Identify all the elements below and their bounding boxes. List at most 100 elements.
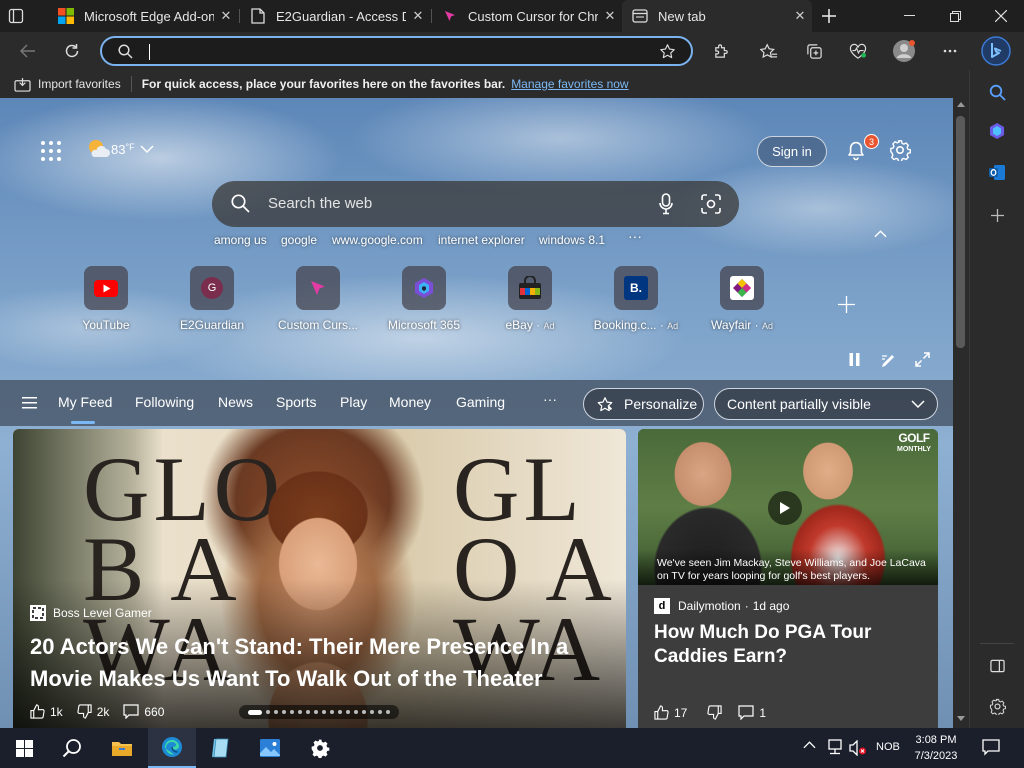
like-icon[interactable] (654, 705, 669, 720)
quick-link-youtube[interactable] (84, 266, 128, 310)
photos-icon[interactable] (246, 728, 294, 768)
tab-new-tab[interactable]: New tab ✕ (622, 0, 812, 32)
sign-in-button[interactable]: Sign in (757, 136, 827, 167)
carousel-indicator[interactable] (239, 705, 399, 719)
close-tab-icon[interactable]: ✕ (406, 8, 430, 24)
profile-avatar[interactable] (886, 32, 922, 70)
quick-link-e2guardian[interactable]: G (190, 266, 234, 310)
page-settings-icon[interactable] (889, 139, 911, 161)
personalize-button[interactable]: Personalize (583, 388, 704, 420)
search-suggestion[interactable]: google (281, 233, 317, 247)
close-tab-icon[interactable]: ✕ (214, 8, 238, 24)
customize-background-icon[interactable] (881, 352, 897, 368)
sidebar-search-icon[interactable] (983, 78, 1011, 106)
visual-search-icon[interactable] (701, 194, 721, 214)
sidebar-add-icon[interactable] (983, 201, 1011, 229)
content-visibility-dropdown[interactable]: Content partially visible (714, 388, 938, 420)
pause-background-icon[interactable] (848, 353, 861, 366)
comment-icon[interactable] (123, 704, 139, 719)
tab-play[interactable]: Play (340, 394, 367, 410)
tab-my-feed[interactable]: My Feed (58, 394, 112, 410)
tab-sports[interactable]: Sports (276, 394, 316, 410)
close-tab-icon[interactable]: ✕ (598, 8, 622, 24)
back-icon[interactable] (10, 32, 46, 70)
quick-link-wayfair[interactable] (720, 266, 764, 310)
volume-muted-icon[interactable] (849, 740, 867, 756)
manage-favorites-link[interactable]: Manage favorites now (511, 77, 628, 91)
page-scrollbar[interactable] (953, 98, 969, 728)
browser-essentials-icon[interactable] (840, 32, 876, 70)
tab-following[interactable]: Following (135, 394, 194, 410)
network-icon[interactable] (826, 739, 844, 755)
more-options-icon[interactable] (932, 32, 968, 70)
new-tab-plus-icon[interactable] (818, 6, 840, 26)
quick-link-booking[interactable]: B. (614, 266, 658, 310)
quick-link-microsoft-365[interactable] (402, 266, 446, 310)
close-window-icon[interactable] (978, 0, 1024, 32)
tab-custom-cursor[interactable]: Custom Cursor for Chrome ✕ (432, 0, 622, 32)
dislike-icon[interactable] (77, 704, 92, 719)
sidebar-settings-icon[interactable] (983, 692, 1011, 720)
side-story-card[interactable]: GOLF MONTHLY We've seen Jim Mackay, Stev… (638, 429, 938, 728)
extensions-icon[interactable] (703, 32, 739, 70)
refresh-icon[interactable] (54, 32, 90, 70)
collections-icon[interactable] (796, 32, 832, 70)
microphone-icon[interactable] (659, 193, 673, 215)
sidebar-copilot-icon[interactable] (983, 117, 1011, 145)
notifications-bell-icon[interactable]: 3 (844, 134, 879, 162)
edge-taskbar-icon[interactable] (148, 728, 196, 768)
tab-actions-icon[interactable] (8, 8, 24, 24)
main-story-card[interactable]: GLOB AWA GLO AWA Boss Level Gamer 20 Act… (13, 429, 626, 728)
web-search-box[interactable]: Search the web (212, 181, 739, 227)
settings-app-icon[interactable] (296, 728, 344, 768)
story-source[interactable]: Boss Level Gamer (30, 605, 152, 621)
collapse-chevron-up-icon[interactable] (874, 230, 887, 238)
search-suggestion[interactable]: windows 8.1 (539, 233, 605, 247)
import-favorites-button[interactable]: Import favorites (14, 77, 121, 92)
comment-icon[interactable] (738, 705, 754, 720)
favorites-icon[interactable] (751, 32, 787, 70)
scroll-down-icon[interactable] (957, 716, 965, 721)
tab-e2guardian[interactable]: E2Guardian - Access Denied ✕ (240, 0, 430, 32)
notifications-icon[interactable] (982, 739, 1000, 756)
scrollbar-thumb[interactable] (956, 116, 965, 348)
show-hidden-icons-chevron[interactable] (803, 741, 816, 749)
taskbar-search-icon[interactable] (48, 728, 96, 768)
windows-start-icon[interactable] (0, 728, 48, 768)
quick-link-custom-cursor[interactable] (296, 266, 340, 310)
clock[interactable]: 3:08 PM 7/3/2023 (905, 732, 967, 764)
tab-money[interactable]: Money (389, 394, 431, 410)
search-suggestion[interactable]: among us (214, 233, 267, 247)
favorite-star-icon[interactable] (659, 43, 676, 60)
input-language[interactable]: NOB (876, 741, 900, 753)
scroll-up-icon[interactable] (957, 102, 965, 107)
quick-link-ebay[interactable] (508, 266, 552, 310)
sidebar-outlook-icon[interactable] (983, 158, 1011, 186)
minimize-icon[interactable] (886, 0, 932, 32)
tab-gaming[interactable]: Gaming (456, 394, 505, 410)
close-tab-icon[interactable]: ✕ (788, 8, 812, 24)
more-tabs-icon[interactable]: ··· (543, 391, 557, 407)
bing-copilot-icon[interactable] (978, 32, 1014, 70)
add-shortcut-icon[interactable] (838, 296, 855, 313)
weather-widget[interactable]: 83 °F (86, 138, 154, 160)
sidebar-hide-icon[interactable] (983, 652, 1011, 680)
address-bar[interactable] (100, 36, 693, 66)
like-icon[interactable] (30, 704, 45, 719)
play-video-icon[interactable] (768, 491, 802, 525)
menu-icon[interactable] (22, 397, 37, 409)
expand-icon[interactable] (915, 352, 930, 367)
file-explorer-icon[interactable] (98, 728, 146, 768)
search-suggestion[interactable]: internet explorer (438, 233, 525, 247)
story-headline[interactable]: 20 Actors We Can't Stand: Their Mere Pre… (30, 631, 615, 695)
restore-icon[interactable] (932, 0, 978, 32)
search-suggestion[interactable]: www.google.com (332, 233, 423, 247)
more-suggestions-icon[interactable]: ··· (628, 228, 642, 244)
apps-launcher-icon[interactable] (40, 140, 62, 162)
story-source[interactable]: d Dailymotion · 1d ago (654, 598, 789, 614)
notepad-icon[interactable] (196, 728, 244, 768)
tab-edge-addons[interactable]: Microsoft Edge Add-ons ✕ (48, 0, 238, 32)
story-headline[interactable]: How Much Do PGA Tour Caddies Earn? (654, 621, 924, 669)
dislike-icon[interactable] (707, 705, 722, 720)
tab-news[interactable]: News (218, 394, 253, 410)
